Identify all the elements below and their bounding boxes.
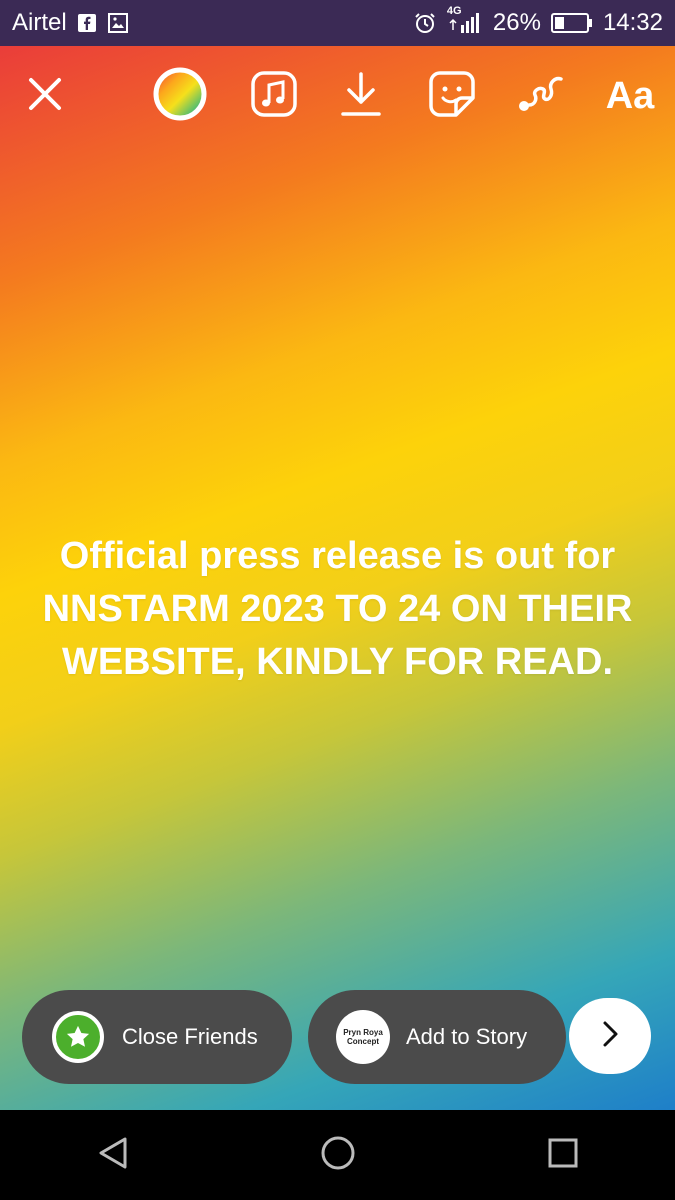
avatar-logo-line2: Concept	[347, 1037, 379, 1046]
status-bar: Airtel 4G 26% 14:32	[0, 0, 675, 46]
battery-percent: 26%	[492, 9, 541, 36]
recents-square-icon	[546, 1136, 580, 1175]
story-text[interactable]: Official press release is out for NNSTAR…	[20, 530, 655, 689]
network-type: 4G	[446, 5, 462, 17]
close-friends-label: Close Friends	[122, 1024, 258, 1049]
alarm-icon	[413, 11, 437, 35]
music-button[interactable]	[246, 66, 302, 126]
status-left: Airtel	[12, 9, 129, 37]
facebook-icon	[77, 13, 97, 33]
carrier-name: Airtel	[12, 9, 67, 36]
status-right: 4G 26% 14:32	[413, 5, 663, 37]
nav-bar	[0, 1110, 675, 1200]
clock: 14:32	[602, 9, 663, 36]
text-tool-label: Aa	[605, 74, 655, 117]
close-friends-star-icon	[52, 1011, 104, 1063]
download-icon	[339, 70, 383, 123]
back-triangle-icon	[95, 1135, 131, 1176]
home-circle-icon	[319, 1134, 357, 1177]
next-button[interactable]	[569, 998, 651, 1074]
draw-icon	[515, 69, 565, 124]
back-button[interactable]	[73, 1115, 153, 1195]
signal-icon: 4G	[447, 5, 483, 35]
add-to-story-label: Add to Story	[406, 1024, 528, 1049]
add-to-story-button[interactable]: Pryn Roya Concept Add to Story	[308, 990, 566, 1084]
color-picker-button[interactable]	[150, 66, 210, 126]
download-button[interactable]	[336, 66, 386, 126]
music-icon	[250, 70, 298, 123]
close-friends-button[interactable]: Close Friends	[22, 990, 292, 1084]
story-toolbar: Aa	[0, 66, 675, 126]
sticker-icon	[428, 70, 476, 123]
battery-icon	[550, 12, 593, 34]
chevron-right-icon	[597, 1019, 623, 1054]
avatar: Pryn Roya Concept	[336, 1010, 390, 1064]
close-button[interactable]	[20, 66, 70, 126]
sticker-button[interactable]	[424, 66, 480, 126]
text-tool-button[interactable]: Aa	[600, 66, 660, 126]
color-wheel-icon	[152, 66, 208, 127]
recents-button[interactable]	[523, 1115, 603, 1195]
close-icon	[25, 74, 65, 119]
gallery-icon	[107, 12, 129, 34]
share-actions: Close Friends Pryn Roya Concept Add to S…	[0, 990, 675, 1086]
draw-button[interactable]	[512, 66, 568, 126]
story-canvas[interactable]: Aa Official press release is out for NNS…	[0, 46, 675, 1110]
home-button[interactable]	[298, 1115, 378, 1195]
avatar-logo-line1: Pryn Roya	[343, 1028, 383, 1037]
